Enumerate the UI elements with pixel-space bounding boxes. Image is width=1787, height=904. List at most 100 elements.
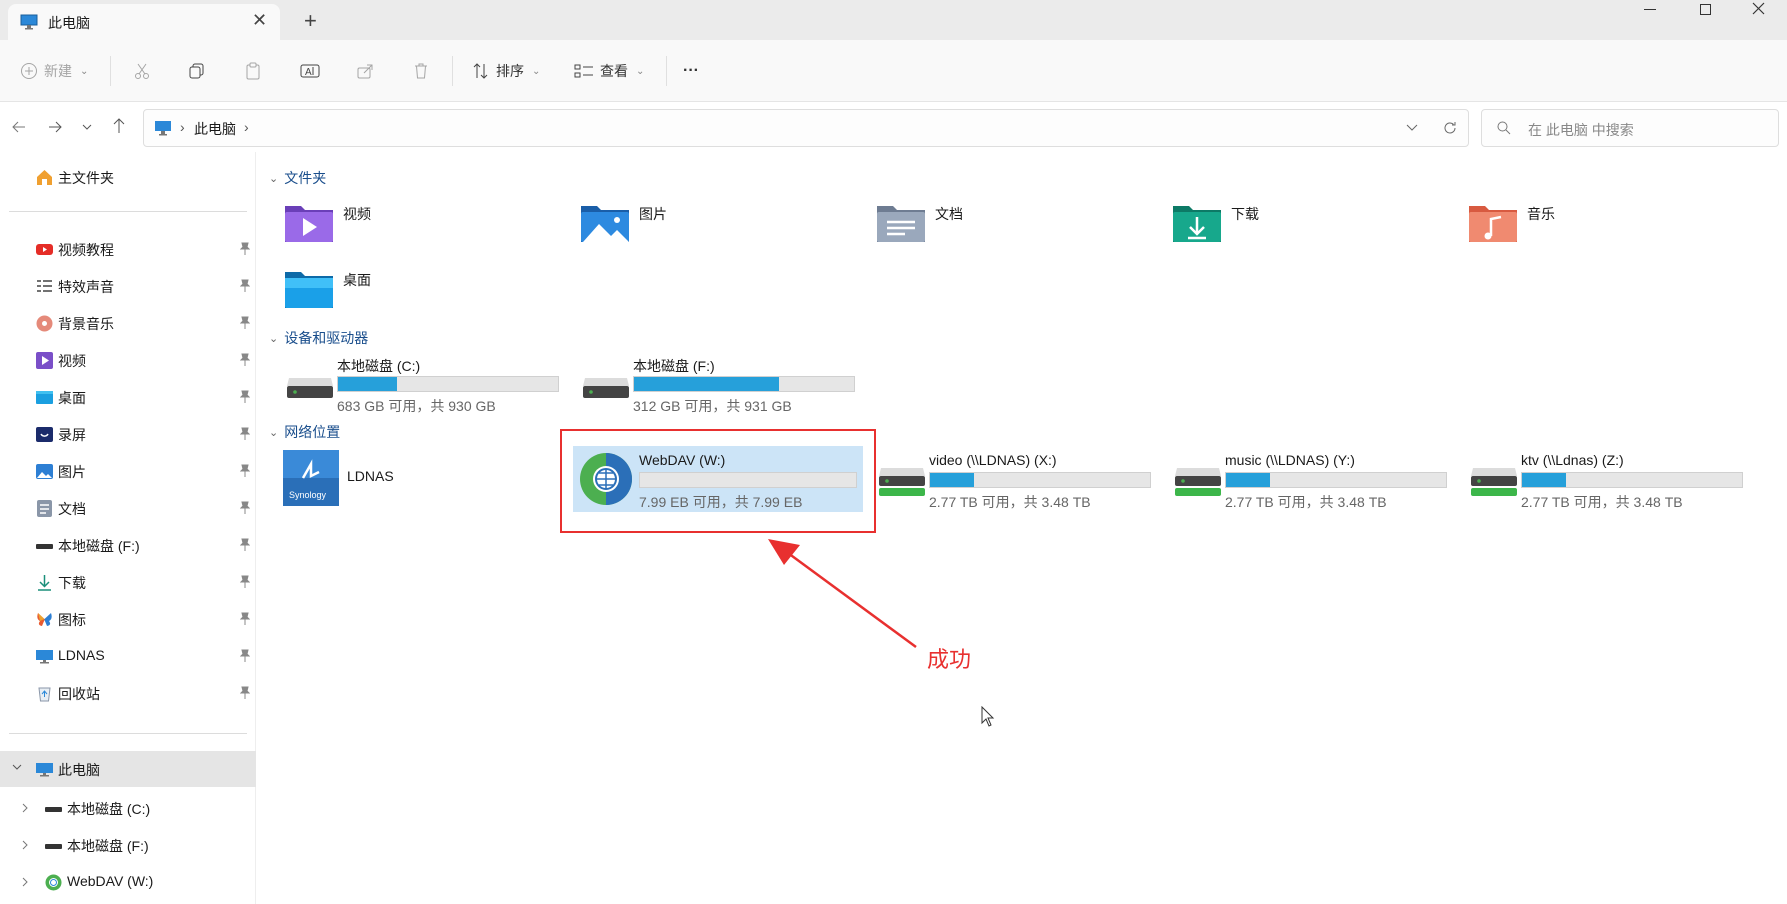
sort-button[interactable]: 排序 ⌄ (472, 58, 540, 84)
search-input[interactable]: 在 此电脑 中搜索 (1528, 120, 1634, 140)
network-ktv[interactable]: ktv (\\Ldnas) (Z:) 2.77 TB 可用，共 3.48 TB (1467, 450, 1757, 512)
sidebar-item-icons[interactable]: 图标 (0, 604, 256, 634)
sidebar-item-label: 本地磁盘 (C:) (67, 801, 151, 817)
pin-icon[interactable] (240, 390, 250, 403)
sidebar-item-screen-recording[interactable]: 录屏 (0, 419, 256, 449)
search-box[interactable]: 在 此电脑 中搜索 (1481, 109, 1779, 147)
copy-button[interactable] (188, 58, 206, 84)
maximize-icon[interactable] (1699, 3, 1713, 17)
sidebar-item-videos[interactable]: 视频 (0, 345, 256, 375)
drive-capacity: 312 GB 可用，共 931 GB (633, 398, 792, 414)
pin-icon[interactable] (240, 242, 250, 255)
plus-circle-icon (21, 63, 37, 79)
sidebar-item-ldnas[interactable]: LDNAS (0, 641, 256, 671)
group-header-folders[interactable]: ⌄ 文件夹 (269, 168, 326, 188)
pin-icon[interactable] (240, 427, 250, 440)
group-header-drives[interactable]: ⌄ 设备和驱动器 (269, 328, 368, 348)
view-button[interactable]: 查看 ⌄ (574, 58, 644, 84)
toolbar-divider (110, 56, 111, 86)
command-bar: 新建 ⌄ A 排序 ⌄ 查看 ⌄ ··· (0, 40, 1787, 102)
pin-icon[interactable] (240, 353, 250, 366)
drive-icon (45, 844, 62, 849)
back-arrow-icon[interactable] (12, 121, 26, 133)
pin-icon[interactable] (240, 501, 250, 514)
sidebar-item-disk-c[interactable]: 本地磁盘 (C:) (0, 793, 256, 823)
pin-icon[interactable] (240, 575, 250, 588)
minimize-icon[interactable] (1644, 8, 1658, 12)
folder-documents[interactable]: 文档 (875, 200, 1165, 256)
network-video[interactable]: video (\\LDNAS) (X:) 2.77 TB 可用，共 3.48 T… (875, 450, 1165, 512)
sidebar-item-downloads[interactable]: 下载 (0, 567, 256, 597)
svg-text:A: A (305, 67, 312, 78)
folder-label: 桌面 (343, 272, 371, 288)
more-options-button[interactable]: ··· (683, 58, 699, 84)
chevron-down-icon: ⌄ (269, 426, 279, 439)
sidebar-item-label: 桌面 (58, 390, 86, 406)
chevron-right-icon[interactable] (22, 877, 29, 887)
sidebar-item-local-disk-f[interactable]: 本地磁盘 (F:) (0, 530, 256, 560)
new-tab-button[interactable]: + (304, 8, 317, 34)
monitor-icon (20, 14, 38, 30)
sidebar-item-label: 下载 (58, 575, 86, 591)
drive-c[interactable]: 本地磁盘 (C:) 683 GB 可用，共 930 GB (283, 354, 573, 416)
up-arrow-icon[interactable] (113, 118, 125, 134)
folder-music[interactable]: 音乐 (1467, 200, 1757, 256)
pin-icon[interactable] (240, 464, 250, 477)
recent-locations-icon[interactable] (82, 124, 92, 131)
sidebar-item-video-tutorials[interactable]: 视频教程 (0, 234, 256, 264)
chevron-down-icon[interactable] (1406, 124, 1418, 132)
folder-label: 视频 (343, 206, 371, 222)
paste-button[interactable] (244, 58, 262, 84)
pin-icon[interactable] (240, 649, 250, 662)
folder-videos[interactable]: 视频 (283, 200, 573, 256)
pin-icon[interactable] (240, 316, 250, 329)
svg-text:Synology: Synology (289, 490, 327, 500)
drive-usage-fill (1522, 473, 1566, 487)
sidebar-item-documents[interactable]: 文档 (0, 493, 256, 523)
sidebar-item-desktop[interactable]: 桌面 (0, 382, 256, 412)
pin-icon[interactable] (240, 612, 250, 625)
breadcrumb-separator[interactable]: › (244, 119, 249, 135)
breadcrumb-separator[interactable]: › (180, 119, 185, 135)
sidebar-item-webdav[interactable]: WebDAV (W:) (0, 867, 256, 897)
monitor-icon (36, 650, 53, 664)
sidebar-item-this-pc[interactable]: 此电脑 (0, 751, 256, 787)
rename-button[interactable]: A (300, 58, 320, 84)
chevron-right-icon[interactable] (22, 803, 29, 813)
folder-desktop[interactable]: 桌面 (283, 266, 573, 322)
close-window-icon[interactable] (1752, 2, 1766, 16)
pin-icon[interactable] (240, 686, 250, 699)
drive-f[interactable]: 本地磁盘 (F:) 312 GB 可用，共 931 GB (579, 354, 869, 416)
new-button[interactable]: 新建 ⌄ (20, 58, 88, 84)
group-header-network[interactable]: ⌄ 网络位置 (269, 422, 340, 442)
forward-arrow-icon[interactable] (48, 121, 62, 133)
delete-button[interactable] (412, 58, 430, 84)
chevron-right-icon[interactable] (22, 840, 29, 850)
sidebar-item-home[interactable]: 主文件夹 (0, 162, 256, 192)
breadcrumb-this-pc[interactable]: 此电脑 (194, 119, 236, 139)
tab-this-pc[interactable]: 此电脑 ✕ (8, 4, 280, 40)
chevron-down-icon[interactable] (12, 764, 22, 771)
sidebar-item-pictures[interactable]: 图片 (0, 456, 256, 486)
navigation-pane: 主文件夹 视频教程 特效声音 背景音乐 视频 桌面 录屏 图片 文档 本地磁盘 … (0, 152, 256, 904)
network-music[interactable]: music (\\LDNAS) (Y:) 2.77 TB 可用，共 3.48 T… (1171, 450, 1461, 512)
folder-pictures[interactable]: 图片 (579, 200, 869, 256)
drive-usage-bar (633, 376, 855, 392)
folder-downloads[interactable]: 下载 (1171, 200, 1461, 256)
record-icon (36, 427, 53, 442)
pin-icon[interactable] (240, 279, 250, 292)
network-ldnas[interactable]: Synology LDNAS (283, 450, 573, 510)
drive-icon (36, 544, 53, 549)
close-tab-button[interactable]: ✕ (252, 10, 267, 31)
sidebar-item-recycle-bin[interactable]: 回收站 (0, 678, 256, 708)
cut-button[interactable] (133, 58, 151, 84)
sidebar-item-sound-effects[interactable]: 特效声音 (0, 271, 256, 301)
sidebar-item-background-music[interactable]: 背景音乐 (0, 308, 256, 338)
share-button[interactable] (356, 58, 374, 84)
pin-icon[interactable] (240, 538, 250, 551)
sidebar-item-disk-f[interactable]: 本地磁盘 (F:) (0, 830, 256, 860)
hard-drive-icon (287, 378, 333, 398)
address-bar[interactable]: › 此电脑 › (143, 109, 1469, 147)
refresh-icon[interactable] (1442, 120, 1458, 136)
view-label: 查看 (600, 63, 628, 79)
